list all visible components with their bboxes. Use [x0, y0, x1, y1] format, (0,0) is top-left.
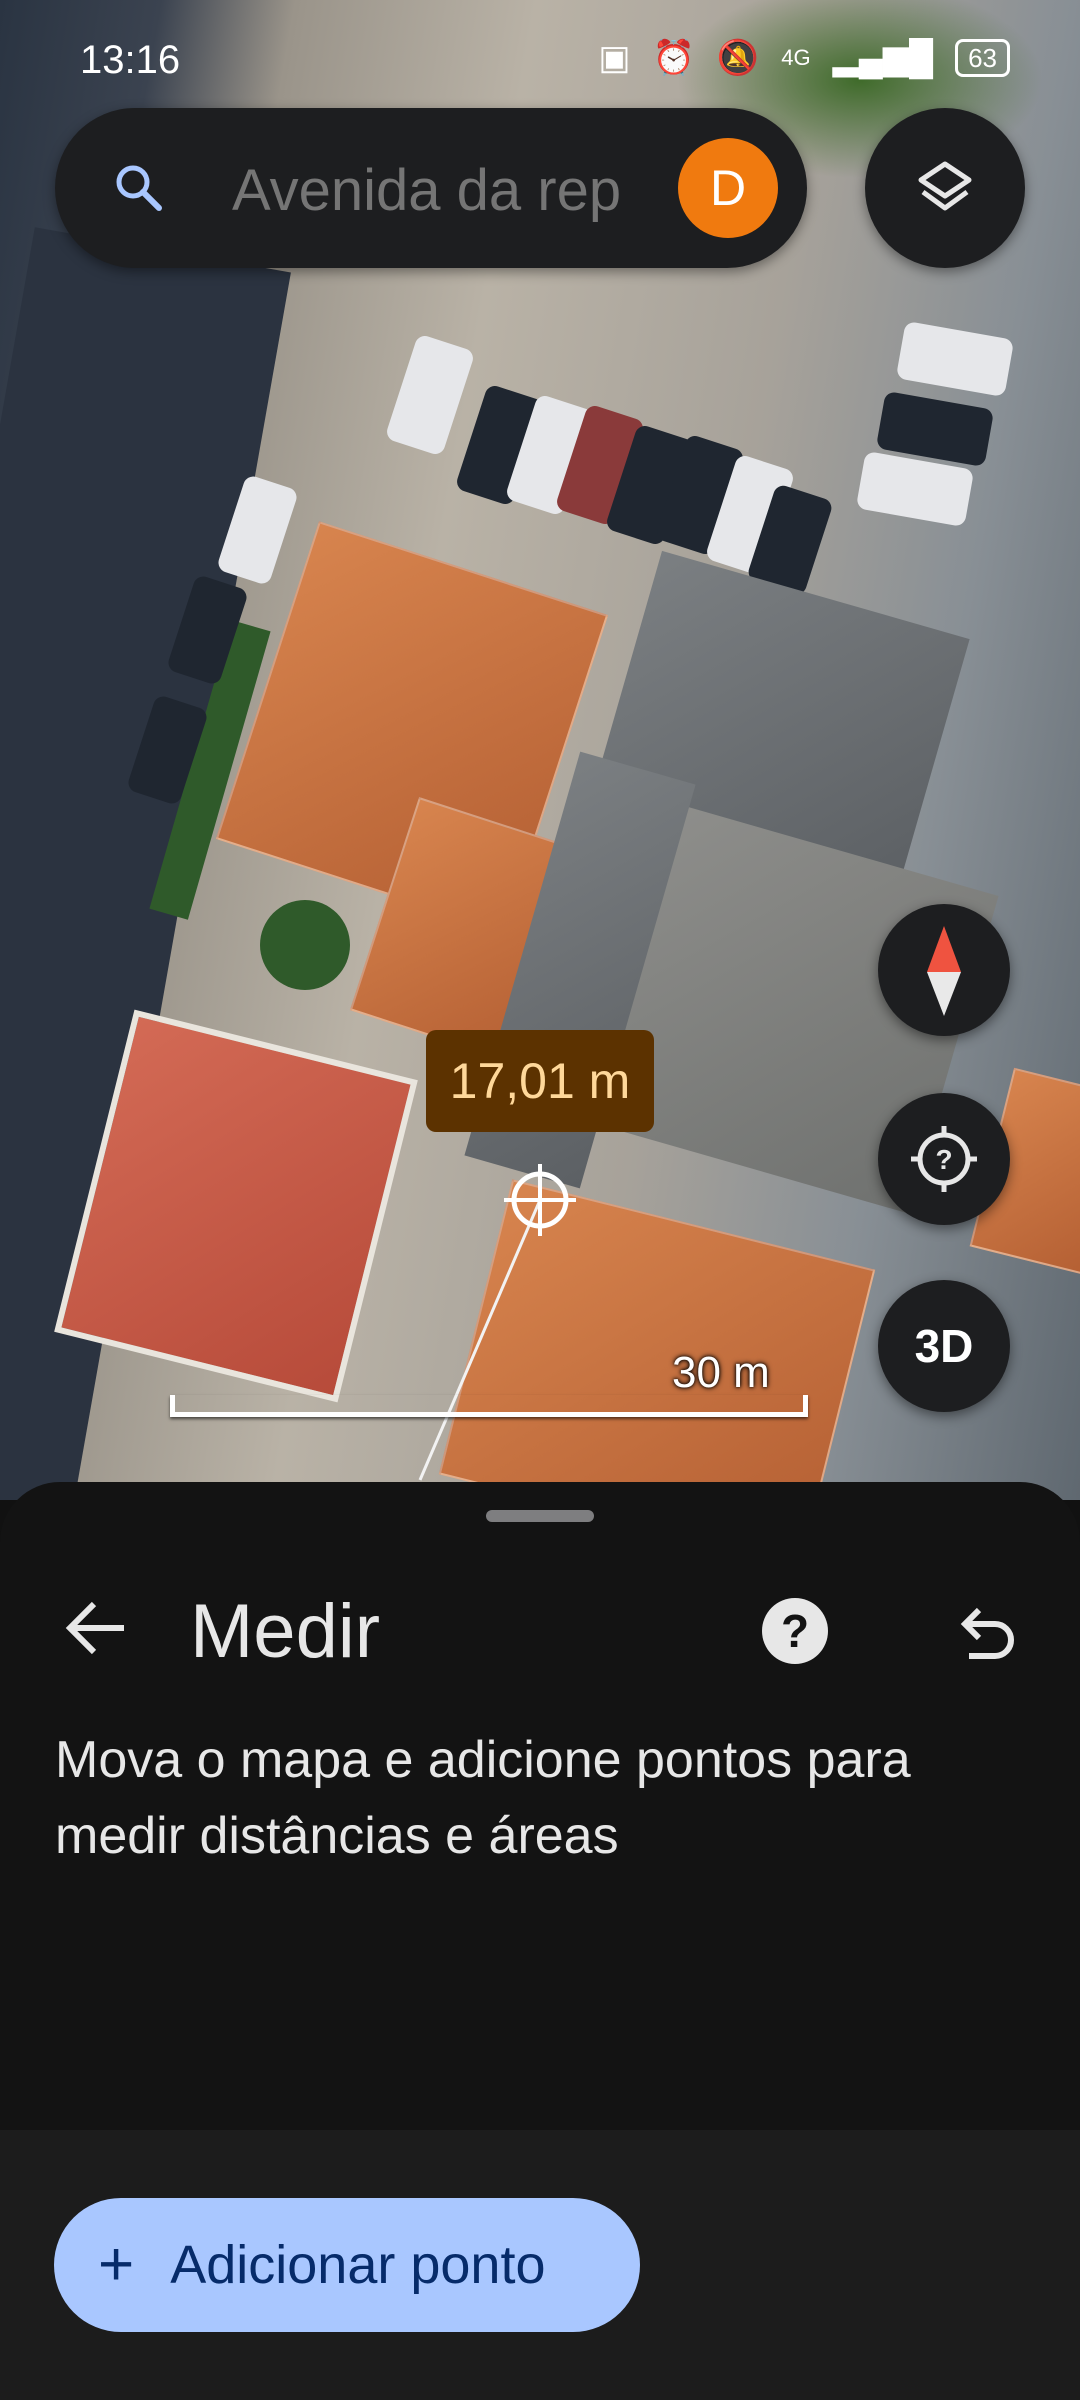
toggle-3d-button[interactable]: 3D: [878, 1280, 1010, 1412]
status-icons: ▣ ⏰ 🔕 4G ▂▄▆█ 63: [598, 38, 1010, 78]
location-target-icon: ?: [911, 1126, 977, 1192]
mute-icon: 🔕: [716, 39, 760, 77]
search-input[interactable]: [230, 154, 694, 226]
network-type: 4G: [781, 45, 811, 70]
alarm-icon: ⏰: [652, 39, 695, 77]
svg-text:?: ?: [935, 1144, 952, 1175]
crosshair-icon: [504, 1164, 576, 1236]
compass-icon: [927, 926, 961, 1016]
page-title: Medir: [190, 1589, 381, 1674]
signal-icon: ▂▄▆█: [832, 39, 934, 77]
compass-button[interactable]: [878, 904, 1010, 1036]
status-time: 13:16: [80, 38, 181, 82]
scale-label: 30 m: [672, 1348, 770, 1397]
plus-icon: +: [98, 2230, 135, 2299]
status-bar: 13:16 ▣ ⏰ 🔕 4G ▂▄▆█ 63: [0, 0, 1080, 120]
add-point-label: Adicionar ponto: [170, 2235, 546, 2295]
sheet-drag-handle[interactable]: [486, 1510, 594, 1522]
measure-instructions: Mova o mapa e adicione pontos para medir…: [55, 1731, 911, 1865]
back-arrow-icon: [65, 1601, 124, 1655]
layers-icon: [918, 161, 972, 211]
undo-button[interactable]: [945, 1592, 1025, 1672]
avatar[interactable]: D: [678, 138, 778, 238]
add-point-button[interactable]: + Adicionar ponto: [54, 2198, 640, 2332]
search-bar[interactable]: D: [55, 108, 807, 268]
battery-level: 63: [955, 39, 1010, 77]
measurement-label: 17,01 m: [426, 1030, 654, 1132]
search-icon[interactable]: [111, 160, 167, 216]
back-button[interactable]: [56, 1588, 136, 1668]
bottom-action-bar: + Adicionar ponto: [0, 2130, 1080, 2400]
undo-icon: [960, 1607, 1014, 1659]
my-location-button[interactable]: ?: [878, 1093, 1010, 1225]
layers-button[interactable]: [865, 108, 1025, 268]
nfc-icon: ▣: [598, 39, 631, 77]
scale-bar: [170, 1395, 808, 1417]
help-button[interactable]: ?: [762, 1598, 828, 1664]
measure-sheet: Medir ? Mova o mapa e adicione pontos pa…: [0, 1482, 1080, 2130]
